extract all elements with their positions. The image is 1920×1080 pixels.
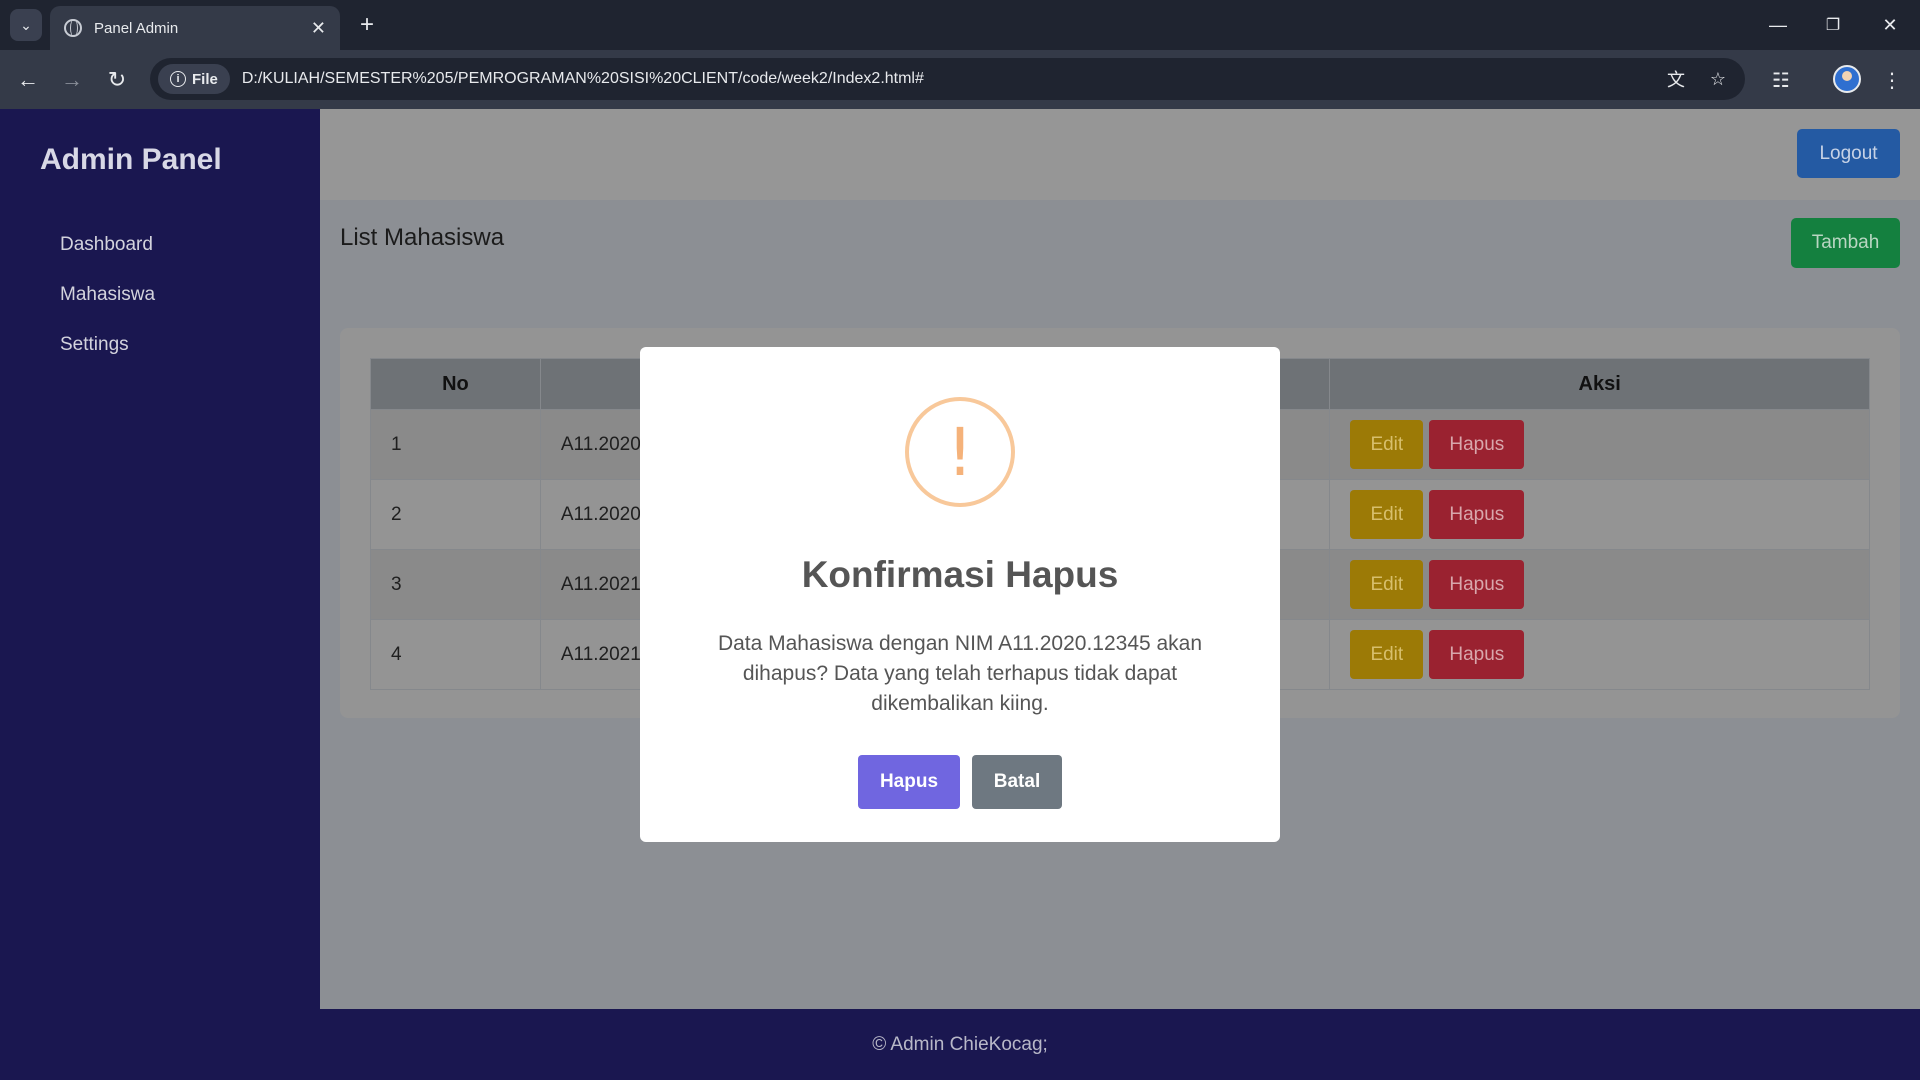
cell-no: 4 xyxy=(370,619,541,690)
cell-no: 3 xyxy=(370,549,541,620)
extensions-icon[interactable]: ☷ xyxy=(1765,64,1797,96)
back-icon[interactable]: ← xyxy=(12,64,44,96)
cell-actions: Edit Hapus xyxy=(1329,619,1870,690)
confirm-delete-button[interactable]: Hapus xyxy=(858,755,960,809)
delete-button[interactable]: Hapus xyxy=(1429,560,1525,609)
edit-button[interactable]: Edit xyxy=(1350,560,1424,609)
forward-icon[interactable]: → xyxy=(56,64,88,96)
confirm-dialog: ! Konfirmasi Hapus Data Mahasiswa dengan… xyxy=(640,347,1280,842)
sidebar: Admin Panel Dashboard Mahasiswa Settings xyxy=(0,109,320,1009)
translate-icon[interactable]: 文 xyxy=(1661,64,1691,94)
plus-icon[interactable]: + xyxy=(352,10,382,40)
reload-icon[interactable]: ↻ xyxy=(101,64,133,96)
footer: © Admin ChieKocag; xyxy=(0,1009,1920,1080)
cell-no: 2 xyxy=(370,479,541,550)
sidebar-item-dashboard[interactable]: Dashboard xyxy=(60,234,153,256)
topbar: Logout xyxy=(320,109,1920,200)
info-icon: i xyxy=(170,71,186,87)
cell-no: 1 xyxy=(370,409,541,480)
page-title: List Mahasiswa xyxy=(340,224,505,251)
brand-title: Admin Panel xyxy=(40,143,222,176)
warning-icon: ! xyxy=(905,397,1015,507)
browser-tab-strip: ⌄ Panel Admin ✕ + — ❐ ✕ xyxy=(0,0,1920,50)
site-info-chip[interactable]: i File xyxy=(158,64,230,94)
header-aksi: Aksi xyxy=(1329,358,1870,410)
delete-button[interactable]: Hapus xyxy=(1429,490,1525,539)
restore-icon[interactable]: ❐ xyxy=(1813,10,1853,40)
add-button[interactable]: Tambah xyxy=(1791,218,1900,268)
edit-button[interactable]: Edit xyxy=(1350,630,1424,679)
globe-icon xyxy=(64,19,82,37)
cell-actions: Edit Hapus xyxy=(1329,409,1870,480)
profile-avatar[interactable] xyxy=(1833,65,1861,93)
minimize-icon[interactable]: — xyxy=(1758,10,1798,40)
cell-actions: Edit Hapus xyxy=(1329,479,1870,550)
dialog-title: Konfirmasi Hapus xyxy=(801,554,1119,595)
window-close-icon[interactable]: ✕ xyxy=(1870,10,1910,40)
site-chip-label: File xyxy=(192,70,218,88)
edit-button[interactable]: Edit xyxy=(1350,490,1424,539)
address-bar[interactable]: i File D:/KULIAH/SEMESTER%205/PEMROGRAMA… xyxy=(150,58,1745,100)
logout-button[interactable]: Logout xyxy=(1797,129,1900,178)
tab-list-icon[interactable]: ⌄ xyxy=(10,9,42,41)
more-icon[interactable]: ⋮ xyxy=(1876,64,1908,96)
header-no: No xyxy=(370,358,541,410)
delete-button[interactable]: Hapus xyxy=(1429,630,1525,679)
edit-button[interactable]: Edit xyxy=(1350,420,1424,469)
sidebar-item-mahasiswa[interactable]: Mahasiswa xyxy=(60,284,155,306)
sidebar-item-settings[interactable]: Settings xyxy=(60,334,129,356)
dialog-message: Data Mahasiswa dengan NIM A11.2020.12345… xyxy=(717,632,1203,715)
url-text[interactable]: D:/KULIAH/SEMESTER%205/PEMROGRAMAN%20SIS… xyxy=(242,70,1661,88)
delete-button[interactable]: Hapus xyxy=(1429,420,1525,469)
cancel-button[interactable]: Batal xyxy=(972,755,1062,809)
cell-actions: Edit Hapus xyxy=(1329,549,1870,620)
browser-tab[interactable]: Panel Admin ✕ xyxy=(50,6,340,50)
tab-title: Panel Admin xyxy=(94,19,179,37)
star-icon[interactable]: ☆ xyxy=(1703,64,1733,94)
close-icon[interactable]: ✕ xyxy=(311,18,326,39)
browser-toolbar: ← → ↻ i File D:/KULIAH/SEMESTER%205/PEMR… xyxy=(0,50,1920,109)
